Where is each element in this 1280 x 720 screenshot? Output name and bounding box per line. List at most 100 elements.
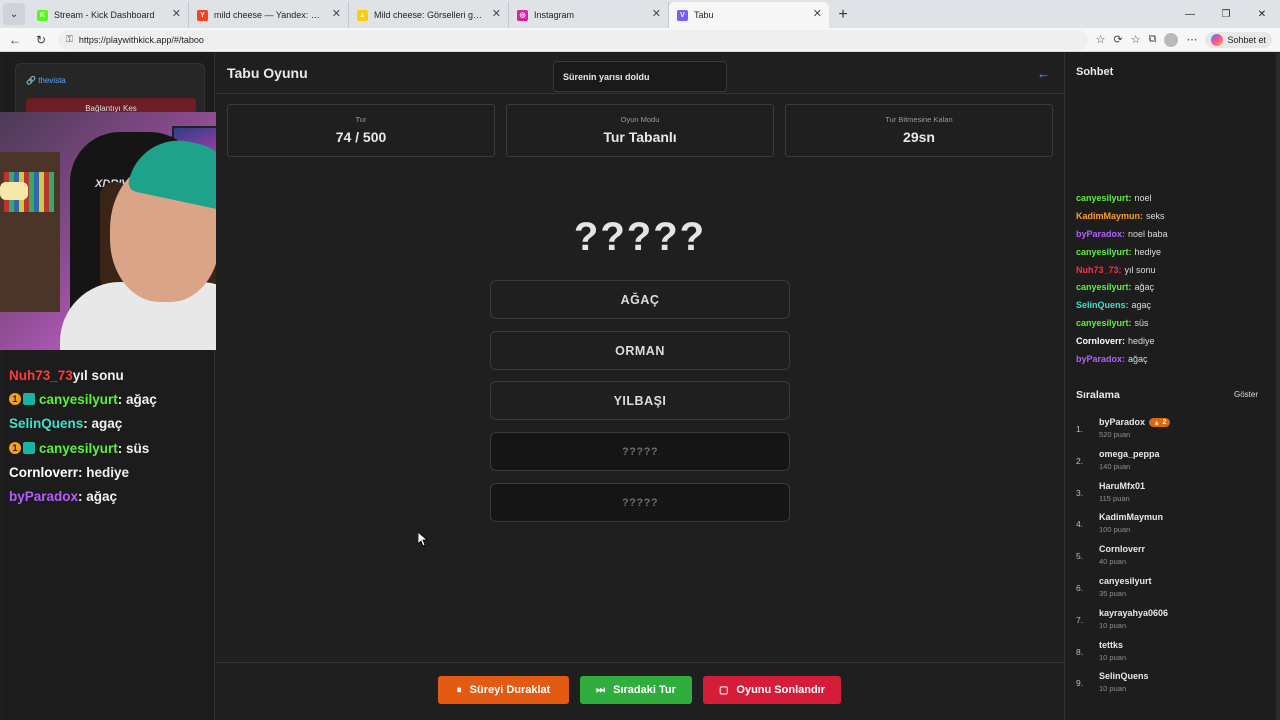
player-points: 100 puan — [1099, 525, 1131, 535]
tab-label: Mild cheese: Görselleri görüntüleyin — [374, 10, 484, 20]
divider — [216, 93, 1064, 94]
stat-value: 29sn — [903, 129, 935, 145]
chat-username[interactable]: Nuh73_73: — [1076, 265, 1122, 275]
chat-text: ağaç — [1134, 282, 1155, 293]
minimize-icon[interactable]: — — [1172, 0, 1208, 28]
favorites-icon[interactable]: ☆ — [1131, 33, 1141, 46]
back-arrow-icon[interactable]: ← — [1037, 66, 1050, 81]
chat-text: agaç — [1131, 300, 1152, 311]
tab-close-icon[interactable]: ✕ — [332, 9, 341, 20]
restore-icon[interactable]: ❐ — [1208, 0, 1244, 28]
tab-favicon-icon: V — [677, 9, 688, 21]
chat-username[interactable]: canyesilyurt — [39, 392, 118, 407]
scrollbar[interactable] — [1276, 53, 1280, 720]
chat-username[interactable]: Nuh73_73 — [9, 368, 73, 383]
player-name-row: byParadox 🔥 2 — [1099, 417, 1171, 427]
player-points: 10 puan — [1099, 684, 1127, 694]
chat-username[interactable]: canyesilyurt: — [1076, 193, 1132, 203]
chat-username[interactable]: KadimMaymun: — [1076, 211, 1143, 221]
stat-time-left: Tur Bitmesine Kalan 29sn — [785, 104, 1053, 157]
chat-text: yıl sonu — [72, 367, 124, 383]
browser-tab[interactable]: V Tabu ✕ — [669, 2, 829, 28]
collections-icon[interactable]: ⧉ — [1149, 33, 1157, 46]
connected-user: 🔗 thevista — [26, 76, 66, 85]
copilot-label: Sohbet et — [1227, 34, 1266, 45]
browser-tab[interactable]: K Stream - Kick Dashboard ✕ — [29, 2, 189, 28]
rank-number: 2. — [1076, 455, 1084, 466]
end-game-button[interactable]: ▢ Oyunu Sonlandır — [703, 676, 841, 704]
tab-actions-menu[interactable]: ⌄ — [3, 3, 25, 25]
player-name: canyesilyurt — [1099, 575, 1152, 586]
chat-username[interactable]: SelinQuens: — [1076, 300, 1129, 310]
player-name-row: tettks — [1099, 640, 1123, 650]
stat-value: Tur Tabanlı — [603, 129, 677, 145]
ranking-show-button[interactable]: Göster — [1234, 390, 1258, 399]
ranking-list: 1. byParadox 🔥 2 520 puan 2. omega_peppa 140 pu… — [1076, 415, 1271, 701]
chat-text: noel — [1134, 192, 1152, 203]
chat-text: hediye — [1128, 336, 1155, 347]
rank-number: 6. — [1076, 582, 1084, 593]
chat-message: Cornloverr: hediye — [1076, 332, 1276, 350]
tab-close-icon[interactable]: ✕ — [172, 9, 181, 20]
chat-text: hediye — [1134, 246, 1162, 257]
chat-username[interactable]: canyesilyurt — [39, 441, 118, 456]
player-points: 40 puan — [1099, 557, 1127, 567]
player-name: byParadox — [1099, 417, 1146, 427]
url-text: https://playwithkick.app/#/taboo — [78, 34, 204, 45]
extensions-icon[interactable]: ⟳ — [1114, 33, 1123, 46]
right-panel: Sohbet canyesilyurt: noel KadimMaymun: seks… — [1064, 53, 1278, 720]
tab-label: Instagram — [534, 10, 575, 20]
more-icon[interactable]: ⋯ — [1186, 33, 1197, 46]
chat-username[interactable]: canyesilyurt: — [1076, 247, 1132, 257]
tab-label: mild cheese — Yandex: 26 bin sonuç — [214, 10, 324, 20]
ranking-row: 4. KadimMaymun 100 puan — [1076, 510, 1271, 542]
tab-favicon-icon: ◎ — [517, 9, 528, 21]
close-window-icon[interactable]: ✕ — [1244, 0, 1280, 28]
tab-favicon-icon: ▲ — [357, 9, 368, 21]
player-name-row: HaruMfx01 — [1099, 481, 1145, 491]
tab-favicon-icon: Y — [197, 9, 208, 21]
chat-username[interactable]: canyesilyurt: — [1076, 282, 1132, 292]
next-round-button[interactable]: ⏭ Sıradaki Tur — [580, 676, 692, 704]
taboo-word-hidden: ????? — [490, 432, 790, 471]
app-page: 🔗 thevista Bağlantıyı Kes Nuh73_73 yıl s… — [0, 53, 1280, 720]
ranking-title: Sıralama — [1076, 389, 1120, 401]
skip-next-icon: ⏭ — [596, 684, 606, 696]
player-name-row: canyesilyurt — [1099, 576, 1152, 586]
copilot-button[interactable]: Sohbet et — [1205, 31, 1272, 48]
profile-avatar[interactable] — [1164, 32, 1179, 47]
site-info-icon[interactable]: ⚿ — [66, 34, 73, 45]
ranking-row: 9. SelinQuens 10 puan — [1076, 669, 1271, 701]
chat-text: süs — [1134, 318, 1149, 329]
url-field[interactable]: ⚿ https://playwithkick.app/#/taboo — [58, 29, 1088, 50]
tab-close-icon[interactable]: ✕ — [813, 9, 822, 20]
browser-tab[interactable]: ◎ Instagram ✕ — [509, 2, 669, 28]
favorite-star-icon[interactable]: ☆ — [1096, 33, 1106, 46]
chat-text: : ağaç — [78, 489, 118, 505]
ranking-row: 5. Cornloverr 40 puan — [1076, 542, 1271, 574]
tab-close-icon[interactable]: ✕ — [492, 9, 501, 20]
chat-username[interactable]: byParadox: — [1076, 354, 1125, 364]
chat-username[interactable]: Cornloverr — [9, 465, 78, 480]
chat-username[interactable]: byParadox: — [1076, 229, 1125, 239]
browser-tab[interactable]: Ymild cheese — Yandex: 26 bin sonuç ✕ — [189, 2, 349, 28]
chat-message: 1 canyesilyurt : süs — [9, 436, 214, 460]
chat-username[interactable]: canyesilyurt: — [1076, 318, 1132, 328]
chat-username[interactable]: byParadox — [9, 489, 78, 504]
player-name-row: kayrayahya0606 — [1099, 608, 1168, 618]
taboo-word: AĞAÇ — [490, 280, 790, 319]
chat-message: byParadox : ağaç — [9, 484, 214, 508]
new-tab-button[interactable]: + — [829, 2, 857, 28]
chat-username[interactable]: Cornloverr: — [1076, 336, 1125, 346]
rank-number: 4. — [1076, 519, 1084, 530]
back-icon[interactable]: ← — [4, 29, 26, 51]
tab-label: Tabu — [694, 10, 714, 20]
game-main: Tabu Oyunu Sürenin yarısı doldu ← Tur 74… — [216, 53, 1064, 720]
browser-tab[interactable]: ▲ Mild cheese: Görselleri görüntüleyin ✕ — [349, 2, 509, 28]
chat-username[interactable]: SelinQuens — [9, 416, 83, 431]
chat-text: : agaç — [83, 416, 123, 432]
refresh-icon[interactable]: ↻ — [30, 29, 52, 51]
tab-close-icon[interactable]: ✕ — [652, 9, 661, 20]
pause-timer-button[interactable]: ⏸ Süreyi Duraklat — [438, 676, 569, 704]
chat-text: : ağaç — [117, 391, 157, 407]
